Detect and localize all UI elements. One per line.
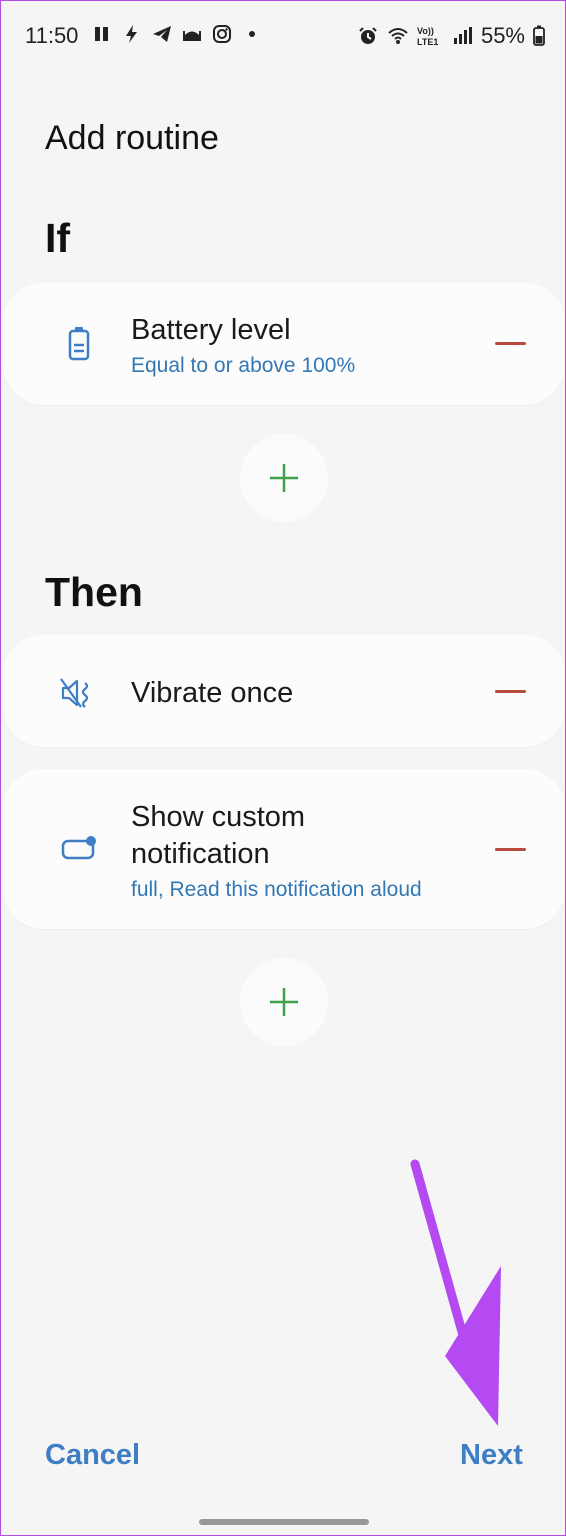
screen: 11:50 Vo)) LTE1 55% Add routine If Batte… bbox=[0, 0, 566, 1536]
dot-icon bbox=[249, 31, 255, 37]
remove-condition-button[interactable] bbox=[485, 324, 535, 364]
notification-icon bbox=[61, 836, 96, 860]
action-card-vibrate-once[interactable]: Vibrate once bbox=[3, 635, 565, 747]
action-subtitle: full, Read this notification aloud bbox=[131, 878, 422, 901]
plus-icon bbox=[270, 988, 298, 1016]
svg-text:LTE1: LTE1 bbox=[417, 37, 438, 47]
battery-icon bbox=[68, 327, 90, 361]
then-heading: Then bbox=[45, 569, 143, 615]
mosque-icon bbox=[183, 31, 201, 41]
flash-icon bbox=[126, 25, 137, 43]
svg-text:Vo)): Vo)) bbox=[417, 26, 434, 36]
cancel-button[interactable]: Cancel bbox=[45, 1439, 140, 1472]
instagram-icon bbox=[213, 25, 231, 43]
action-card-show-custom-notification[interactable]: Show custom notification full, Read this… bbox=[3, 769, 565, 929]
wifi-icon bbox=[388, 28, 408, 44]
alarm-icon bbox=[359, 27, 377, 44]
status-bar: 11:50 Vo)) LTE1 55% bbox=[1, 1, 565, 71]
condition-card-battery-level[interactable]: Battery level Equal to or above 100% bbox=[3, 283, 565, 405]
condition-subtitle: Equal to or above 100% bbox=[131, 354, 356, 377]
condition-title: Battery level bbox=[131, 314, 291, 346]
status-left-icons bbox=[91, 23, 263, 45]
annotation-arrow bbox=[410, 1159, 501, 1426]
pause-icon bbox=[95, 27, 108, 41]
next-button[interactable]: Next bbox=[460, 1439, 523, 1472]
action-title: Show custom notification bbox=[131, 801, 306, 870]
action-title: Vibrate once bbox=[131, 677, 294, 709]
remove-action-button[interactable] bbox=[485, 830, 535, 870]
add-action-button[interactable] bbox=[240, 958, 328, 1046]
status-right-icons: Vo)) LTE1 55% bbox=[357, 23, 545, 49]
battery-icon bbox=[533, 25, 545, 46]
home-indicator[interactable] bbox=[199, 1519, 369, 1525]
if-heading: If bbox=[45, 215, 71, 261]
status-time: 11:50 bbox=[25, 23, 79, 48]
remove-action-button[interactable] bbox=[485, 672, 535, 712]
page-title: Add routine bbox=[45, 119, 219, 157]
telegram-icon bbox=[153, 26, 171, 42]
signal-icon bbox=[453, 27, 472, 44]
battery-percentage: 55% bbox=[480, 23, 525, 48]
volte-icon: Vo))LTE1 bbox=[417, 26, 438, 47]
vibrate-icon bbox=[60, 678, 89, 708]
add-condition-button[interactable] bbox=[240, 434, 328, 522]
plus-icon bbox=[270, 464, 298, 492]
